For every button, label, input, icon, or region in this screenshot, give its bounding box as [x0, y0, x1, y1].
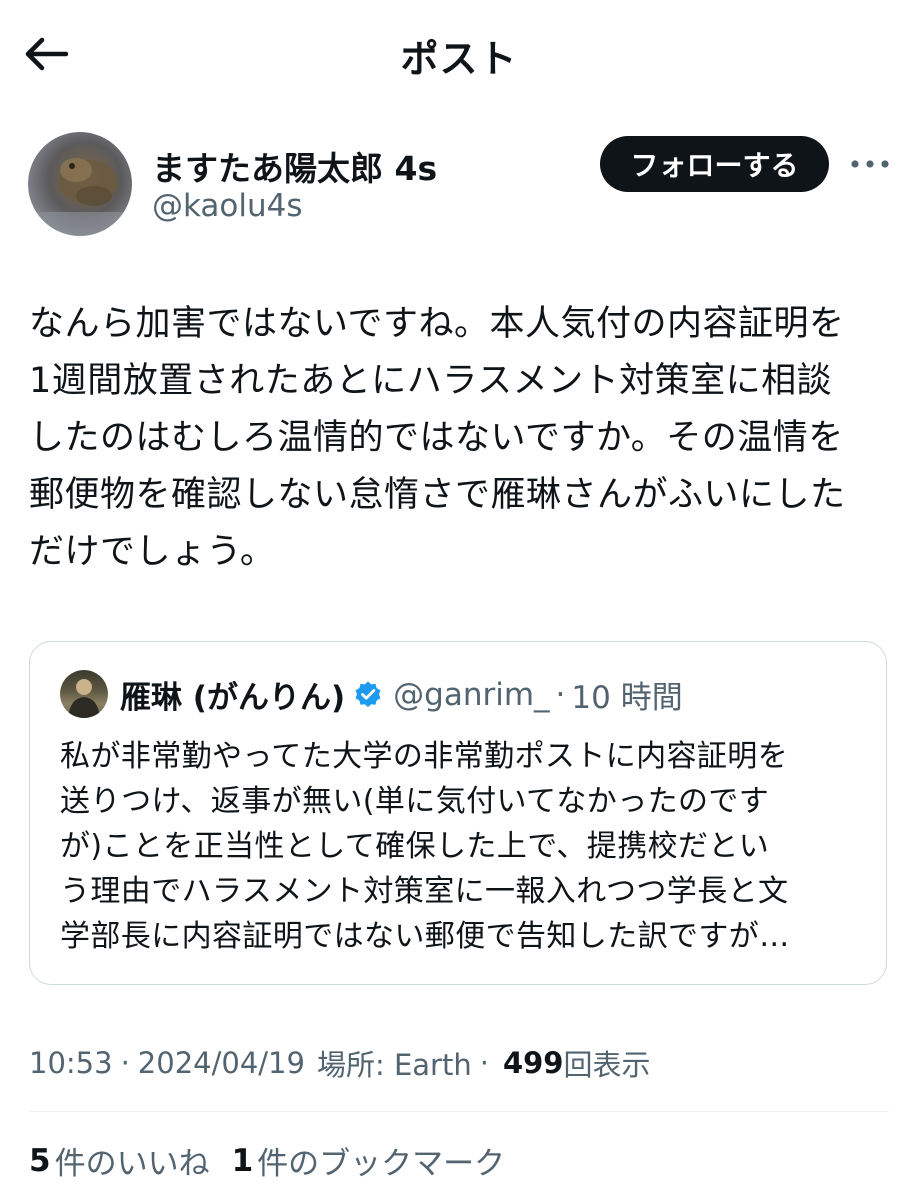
- bookmarks-count: 1: [231, 1142, 254, 1179]
- bookmarks-stat[interactable]: 1 件のブックマーク: [232, 1138, 506, 1183]
- post-date[interactable]: 2024/04/19: [138, 1046, 305, 1080]
- post-text-line: 郵便物を確認しない怠惰さで雁琳さんがふいにした: [29, 475, 846, 515]
- quoted-text-line: が)ことを正当性として確保した上で、提携校だとい: [60, 829, 770, 864]
- separator-dot: ·: [555, 676, 566, 713]
- author-name[interactable]: ますたあ陽太郎 4s: [152, 142, 437, 190]
- post-text: なんら加害ではないですね。本人気付の内容証明を 1週間放置されたあとにハラスメン…: [29, 296, 899, 581]
- quoted-post-header: 雁琳 (がんりん) @ganrim_ · 10 時間: [120, 672, 683, 717]
- person-photo-icon: [68, 679, 100, 718]
- top-bar: ポスト: [0, 0, 918, 110]
- quoted-post-text: 私が非常勤やってた大学の非常勤ポストに内容証明を 送りつけ、返事が無い(単に気付…: [60, 734, 870, 959]
- separator-dot: ·: [479, 1046, 489, 1080]
- author-handle[interactable]: @kaolu4s: [152, 188, 303, 224]
- author-avatar[interactable]: [28, 132, 132, 236]
- follow-button[interactable]: フォローする: [600, 136, 829, 192]
- post-text-line: だけでしょう。: [29, 532, 276, 572]
- quoted-text-line: 学部長に内容証明ではない郵便で告知した訳ですが…: [60, 919, 790, 954]
- quoted-text-line: う理由でハラスメント対策室に一報入れつつ学長と文: [60, 874, 789, 909]
- post-time[interactable]: 10:53: [29, 1046, 113, 1080]
- likes-stat[interactable]: 5 件のいいね: [29, 1138, 210, 1183]
- toad-photo-icon: [28, 158, 132, 236]
- page-title: ポスト: [400, 37, 518, 81]
- more-options-button[interactable]: [848, 148, 892, 180]
- post-location: 場所: Earth: [316, 1048, 472, 1082]
- post-meta: 10:53 · 2024/04/19 場所: Earth · 499 回表示: [29, 1042, 651, 1084]
- post-text-line: なんら加害ではないですね。本人気付の内容証明を: [29, 304, 845, 344]
- divider: [29, 1111, 889, 1112]
- quoted-text-line: 私が非常勤やってた大学の非常勤ポストに内容証明を: [60, 739, 789, 774]
- bookmarks-label: 件のブックマーク: [257, 1146, 506, 1182]
- quoted-author-handle: @ganrim_: [393, 676, 550, 713]
- views-label: 回表示: [563, 1048, 651, 1082]
- quoted-text-line: 送りつけ、返事が無い(単に気付いてなかったのです: [60, 784, 770, 819]
- quoted-post-card[interactable]: 雁琳 (がんりん) @ganrim_ · 10 時間 私が非常勤やってた大学の非…: [29, 641, 887, 985]
- likes-label: 件のいいね: [54, 1146, 210, 1182]
- post-text-line: したのはむしろ温情的ではないですか。その温情を: [29, 418, 844, 458]
- quoted-author-avatar: [60, 670, 108, 718]
- quoted-post-time: 10 時間: [571, 680, 683, 716]
- views-count: 499: [502, 1046, 564, 1080]
- post-text-line: 1週間放置されたあとにハラスメント対策室に相談: [29, 361, 833, 401]
- separator-dot: ·: [120, 1046, 130, 1080]
- verified-badge-icon: [353, 680, 383, 710]
- likes-count: 5: [29, 1142, 51, 1179]
- engagement-stats: 5 件のいいね 1 件のブックマーク: [29, 1138, 505, 1183]
- quoted-author-name: 雁琳 (がんりん): [120, 680, 346, 716]
- more-dots-icon: [851, 160, 889, 168]
